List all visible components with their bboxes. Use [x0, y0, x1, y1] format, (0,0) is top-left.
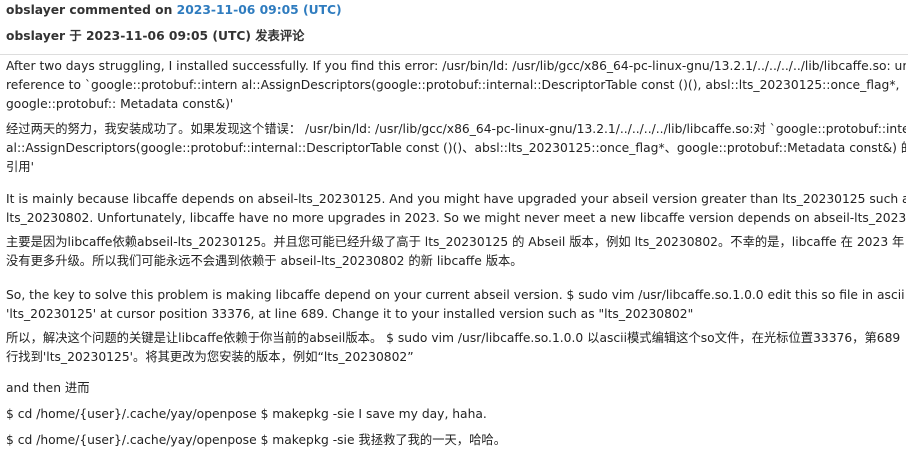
paragraph-line: 'lts_20230125' at cursor position 33376,…	[6, 307, 694, 321]
paragraph-line: 经过两天的努力，我安装成功了。如果发现这个错误： /usr/bin/ld: /u…	[6, 122, 906, 136]
paragraph-english-solution: So, the key to solve this problem is mak…	[6, 286, 906, 324]
comment-author: obslayer	[6, 3, 66, 17]
paragraph-chinese-error: 经过两天的努力，我安装成功了。如果发现这个错误： /usr/bin/ld: /u…	[6, 120, 906, 177]
paragraph-command-chinese: $ cd /home/{user}/.cache/yay/openpose $ …	[6, 431, 906, 450]
paragraph-and-then: and then 进而	[6, 379, 906, 398]
paragraph-line: So, the key to solve this problem is mak…	[6, 288, 906, 302]
paragraph-chinese-solution: 所以，解决这个问题的关键是让libcaffe依赖于你当前的abseil版本。 $…	[6, 329, 906, 367]
comment-header: obslayer commented on 2023-11-06 09:05 (…	[6, 2, 342, 19]
paragraph-line: 引用'	[6, 160, 34, 174]
paragraph-line: reference to `google::protobuf::intern a…	[6, 78, 900, 92]
comment-content: obslayer 于 2023-11-06 09:05 (UTC) 发表评论 A…	[0, 23, 908, 453]
paragraph-english-cause: It is mainly because libcaffe depends on…	[6, 190, 906, 228]
comment-title: obslayer 于 2023-11-06 09:05 (UTC) 发表评论	[6, 29, 305, 43]
paragraph-english-error: After two days struggling, I installed s…	[6, 57, 906, 114]
paragraph-line: al::AssignDescriptors(google::protobuf::…	[6, 141, 906, 155]
comment-divider	[0, 54, 908, 55]
paragraph-line: It is mainly because libcaffe depends on…	[6, 192, 906, 206]
paragraph-line: 主要是因为libcaffe依赖abseil-lts_20230125。并且您可能…	[6, 235, 905, 249]
comment-action: commented on	[69, 3, 173, 17]
paragraph-command-english: $ cd /home/{user}/.cache/yay/openpose $ …	[6, 405, 906, 424]
paragraph-line: lts_20230802. Unfortunately, libcaffe ha…	[6, 211, 906, 225]
paragraph-line: 所以，解决这个问题的关键是让libcaffe依赖于你当前的abseil版本。 $…	[6, 331, 901, 345]
paragraph-line: After two days struggling, I installed s…	[6, 59, 906, 73]
paragraph-line: google::protobuf:: Metadata const&)'	[6, 97, 234, 111]
comment-date-link[interactable]: 2023-11-06 09:05 (UTC)	[177, 3, 342, 17]
paragraph-line: and then 进而	[6, 381, 90, 395]
paragraph-line: 没有更多升级。所以我们可能永远不会遇到依赖于 abseil-lts_202308…	[6, 254, 523, 268]
paragraph-line: $ cd /home/{user}/.cache/yay/openpose $ …	[6, 433, 506, 447]
paragraph-line: $ cd /home/{user}/.cache/yay/openpose $ …	[6, 407, 487, 421]
paragraph-chinese-cause: 主要是因为libcaffe依赖abseil-lts_20230125。并且您可能…	[6, 233, 906, 271]
paragraph-line: 行找到'lts_20230125'。将其更改为您安装的版本，例如“lts_202…	[6, 350, 414, 364]
